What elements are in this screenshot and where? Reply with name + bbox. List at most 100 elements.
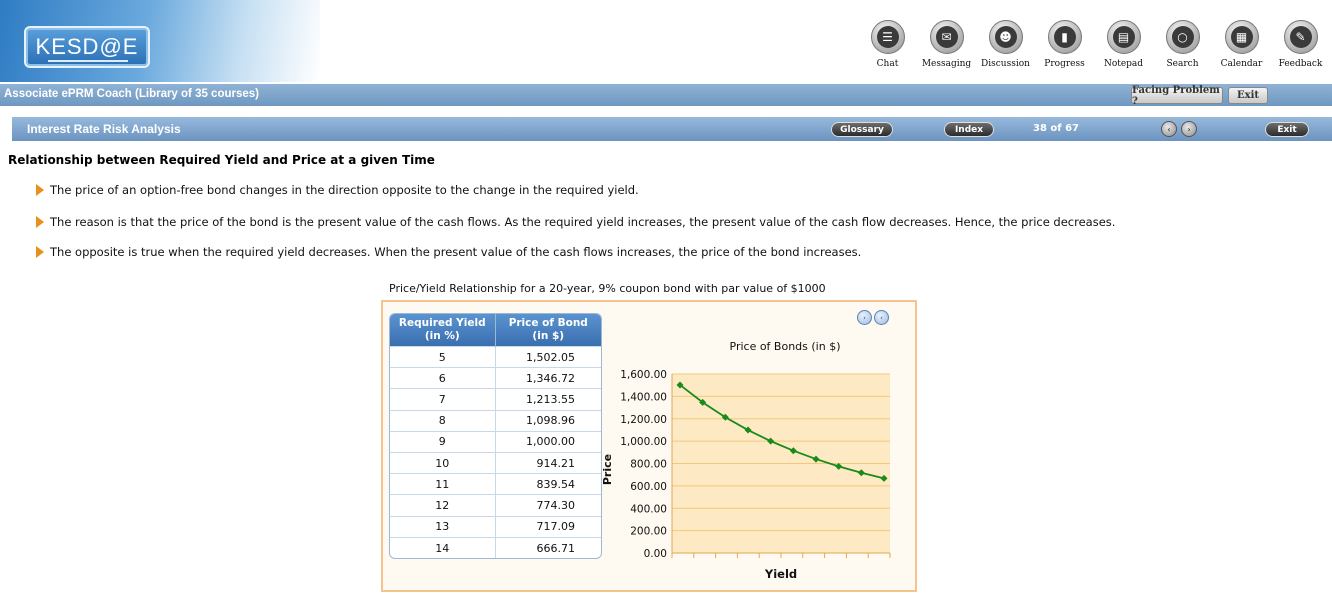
next-page-icon[interactable]: › [1181,121,1197,137]
calendar-icon: ▦ [1230,26,1253,48]
y-tick-label: 1,600.00 [620,369,667,381]
table-row: 13 717.09 [390,515,601,538]
bullet-item: The opposite is true when the required y… [36,245,861,259]
toolbar-button-circle: ▮ [1047,20,1082,54]
people-icon: ☻ [994,26,1017,48]
logo-underline [48,60,128,62]
bullet-text: The price of an option-free bond changes… [50,183,639,197]
price-cell: 1,502.05 [495,345,601,368]
chart-panel: Required Yield (in %) Price of Bond (in … [381,300,917,592]
table-row: 6 1,346.72 [390,367,601,389]
toolbar-label: Chat [876,59,899,69]
lesson-exit-button[interactable]: Exit [1265,122,1309,137]
bullet-item: The reason is that the price of the bond… [36,215,1115,229]
course-bar: Associate ePRM Coach (Library of 35 cour… [0,84,1332,107]
price-cell: 1,098.96 [495,409,601,432]
toolbar-search-button[interactable]: ○ Search [1153,20,1212,80]
table-row: 5 1,502.05 [390,345,601,368]
toolbar-button-circle: ✎ [1283,20,1318,54]
table-header-price: Price of Bond (in $) [495,314,601,347]
toolbar-label: Messaging [921,59,972,69]
yield-cell: 5 [390,345,496,368]
toolbar-chat-button[interactable]: ☰ Chat [858,20,917,80]
course-title: Associate ePRM Coach (Library of 35 cour… [4,88,259,100]
header-line: (in $) [532,330,565,342]
yield-cell: 10 [390,451,496,474]
price-cell: 666.71 [495,536,601,559]
yield-cell: 14 [390,536,496,559]
yield-cell: 9 [390,430,496,453]
content-heading: Relationship between Required Yield and … [8,153,435,167]
header: KESD@E ☰ Chat ✉ Messaging ☻ Discussion ▮ Progre… [0,0,1332,82]
chat-icon: ☰ [876,26,899,48]
yield-cell: 11 [390,473,496,495]
x-axis-label: Yield [764,567,797,581]
price-cell: 717.09 [495,515,601,538]
lesson-title: Interest Rate Risk Analysis [27,122,181,136]
bullet-arrow-icon [36,184,44,196]
header-line: Price of Bond [508,317,588,329]
toolbar-label: Calendar [1220,59,1263,69]
toolbar-button-circle: ▦ [1224,20,1259,54]
toolbar-calendar-button[interactable]: ▦ Calendar [1212,20,1271,80]
toolbar-button-circle: ☰ [870,20,905,54]
table-body: 5 1,502.05 6 1,346.72 7 1,213.55 8 1,098.96 9 1,0… [390,345,601,559]
toolbar-button-circle: ✉ [929,20,964,54]
search-icon: ○ [1171,26,1194,48]
toolbar-feedback-button[interactable]: ✎ Feedback [1271,20,1330,80]
previous-page-icon[interactable]: ‹ [1161,121,1177,137]
chart-title: Price of Bonds (in $) [730,340,841,353]
yield-cell: 8 [390,409,496,432]
table-header-yield: Required Yield (in %) [390,314,496,347]
y-tick-label: 600.00 [630,481,667,493]
table-row: 9 1,000.00 [390,430,601,453]
bullet-text: The reason is that the price of the bond… [50,215,1116,229]
page-counter: 38 of 67 [1033,123,1080,134]
index-button[interactable]: Index [944,122,994,137]
toolbar-button-circle: ○ [1165,20,1200,54]
toolbar-button-circle: ▤ [1106,20,1141,54]
price-cell: 774.30 [495,494,601,516]
y-tick-label: 200.00 [630,526,667,538]
glossary-button[interactable]: Glossary [831,122,893,137]
course-exit-button[interactable]: Exit [1228,87,1268,104]
header-line: Required Yield [398,317,486,329]
price-cell: 1,213.55 [495,388,601,411]
yield-cell: 12 [390,494,496,516]
bullet-item: The price of an option-free bond changes… [36,183,639,197]
bullet-arrow-icon [36,216,44,228]
table-row: 7 1,213.55 [390,388,601,411]
yield-cell: 13 [390,515,496,538]
table-row: 8 1,098.96 [390,409,601,432]
toolbar-notepad-button[interactable]: ▤ Notepad [1094,20,1153,80]
bullet-text: The opposite is true when the required y… [50,245,862,259]
price-cell: 914.21 [495,451,601,474]
toolbar-button-circle: ☻ [988,20,1023,54]
price-cell: 1,000.00 [495,430,601,453]
y-tick-label: 1,200.00 [620,414,667,426]
notepad-icon: ▤ [1112,26,1135,48]
facing-problem-button[interactable]: Facing Problem ? [1131,85,1223,107]
toolbar-label: Discussion [981,59,1030,69]
table-row: 11 839.54 [390,473,601,495]
table-row: 14 666.71 [390,536,601,559]
price-cell: 839.54 [495,473,601,495]
price-cell: 1,346.72 [495,367,601,389]
bar-chart-icon: ▮ [1053,26,1076,48]
toolbar-messaging-button[interactable]: ✉ Messaging [917,20,976,80]
toolbar: ☰ Chat ✉ Messaging ☻ Discussion ▮ Progress ▤ Note… [858,20,1330,80]
logo-text: KESD@E [35,34,139,59]
logo[interactable]: KESD@E [24,26,150,68]
y-tick-label: 0.00 [644,548,667,560]
bullet-arrow-icon [36,246,44,258]
y-tick-label: 1,000.00 [620,436,667,448]
table-row: 10 914.21 [390,451,601,474]
y-tick-label: 800.00 [630,459,667,471]
price-yield-table: Required Yield (in %) Price of Bond (in … [389,313,602,560]
toolbar-progress-button[interactable]: ▮ Progress [1035,20,1094,80]
y-tick-label: 400.00 [630,503,667,515]
price-chart: Price of Bonds (in $) 0.00 200.00 400.00 600… [601,340,891,581]
toolbar-discussion-button[interactable]: ☻ Discussion [976,20,1035,80]
toolbar-label: Search [1166,59,1199,69]
y-axis-label: Price [601,454,614,485]
